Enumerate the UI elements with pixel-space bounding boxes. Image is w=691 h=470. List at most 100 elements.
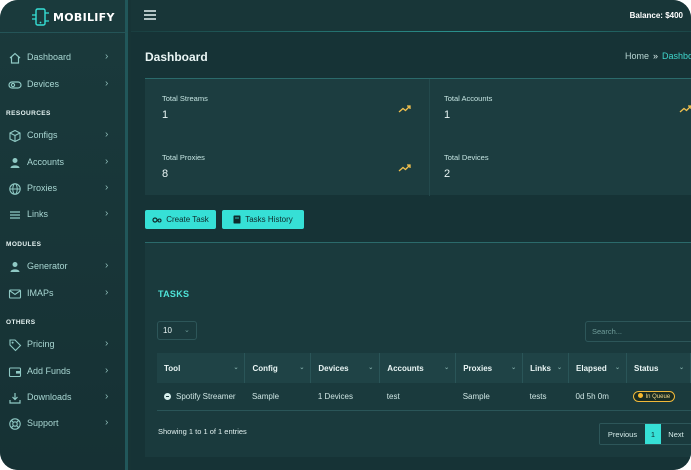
chevron-down-icon: ⌄ <box>184 327 190 334</box>
create-task-label: Create Task <box>166 215 209 224</box>
column-header-links[interactable]: Links ⌄ <box>522 353 570 383</box>
gears-icon <box>152 216 162 223</box>
sidebar-item-label: Links <box>27 209 49 219</box>
column-header-elapsed[interactable]: Elapsed ⌄ <box>568 353 627 383</box>
create-task-button[interactable]: Create Task <box>145 210 216 229</box>
cube-icon <box>9 129 21 143</box>
cell-config: Sample <box>244 383 311 411</box>
chevron-right-icon: › <box>105 338 109 349</box>
cell-status: In Queue <box>626 383 691 411</box>
stat-total-proxies: Total Proxies 8 <box>162 153 412 193</box>
cell-tool: Spotify Streamer <box>157 383 245 411</box>
status-dot-icon <box>638 392 644 398</box>
tasks-card: TASKS 10 ⌄ Tool⌄ Config⌄ Devices⌄ Accoun… <box>145 242 691 457</box>
sidebar-item-proxies[interactable]: Proxies › <box>0 178 125 200</box>
sidebar-item-devices[interactable]: Devices › <box>0 74 125 96</box>
sidebar-item-add-funds[interactable]: Add Funds › <box>0 361 125 383</box>
column-header-status[interactable]: Status ⌄ <box>626 353 691 383</box>
sort-icon: ⌄ <box>444 365 450 371</box>
tasks-history-label: Tasks History <box>245 215 293 224</box>
chevron-right-icon: › <box>105 182 109 193</box>
sort-icon: ⌄ <box>511 365 517 371</box>
chevron-right-icon: › <box>105 156 109 167</box>
sidebar-divider <box>0 32 128 33</box>
phone-logo-icon <box>32 8 49 26</box>
sidebar-item-accounts[interactable]: Accounts › <box>0 152 125 174</box>
stat-total-accounts: Total Accounts 1 <box>444 94 691 134</box>
page-size-value: 10 <box>163 326 172 335</box>
column-header-devices[interactable]: Devices ⌄ <box>310 353 381 383</box>
hamburger-menu-icon[interactable] <box>144 10 156 20</box>
expand-row-icon[interactable] <box>164 392 171 400</box>
sort-icon: ⌄ <box>368 365 374 371</box>
page-1-button[interactable]: 1 <box>645 424 661 444</box>
sidebar-item-imaps[interactable]: IMAPs › <box>0 283 125 305</box>
breadcrumb-separator: » <box>653 51 659 61</box>
chevron-right-icon: › <box>105 365 109 376</box>
entries-summary: Showing 1 to 1 of 1 entries <box>158 427 247 436</box>
trend-up-icon <box>398 105 411 113</box>
stat-value: 1 <box>162 109 169 121</box>
tasks-title: TASKS <box>158 289 190 299</box>
sidebar-item-label: Dashboard <box>27 52 72 62</box>
sidebar-item-label: Accounts <box>27 157 65 167</box>
cell-proxies: Sample <box>455 383 523 411</box>
sidebar-item-dashboard[interactable]: Dashboard › <box>0 47 125 69</box>
sidebar-item-pricing[interactable]: Pricing › <box>0 334 125 356</box>
stats-divider <box>429 79 430 196</box>
toggle-icon <box>8 81 22 89</box>
stat-total-devices: Total Devices 2 <box>444 153 691 193</box>
balance-label: Balance: $400 <box>629 11 683 20</box>
stat-label: Total Streams <box>162 94 208 103</box>
download-icon <box>9 393 21 404</box>
page-size-select[interactable]: 10 ⌄ <box>157 321 197 340</box>
column-header-proxies[interactable]: Proxies ⌄ <box>455 353 524 383</box>
user-icon <box>10 262 20 272</box>
sidebar-item-label: Add Funds <box>27 366 71 376</box>
chevron-right-icon: › <box>105 391 109 402</box>
chevron-right-icon: › <box>105 417 109 428</box>
sidebar-item-configs[interactable]: Configs › <box>0 125 125 147</box>
breadcrumb: Home »Dashboard <box>625 51 691 61</box>
sidebar-item-generator[interactable]: Generator › <box>0 256 125 278</box>
chevron-right-icon: › <box>105 208 109 219</box>
stat-total-streams: Total Streams 1 <box>162 94 412 134</box>
sidebar-item-label: Configs <box>27 130 58 140</box>
sidebar-item-label: Pricing <box>27 339 55 349</box>
search-input[interactable] <box>585 321 691 342</box>
list-icon <box>10 211 20 219</box>
main-content: Dashboard Home »Dashboard Total Streams 1… <box>131 32 691 470</box>
sort-icon: ⌄ <box>557 365 563 371</box>
table-row[interactable]: Spotify Streamer Sample 1 Devices test S… <box>157 383 691 411</box>
chevron-right-icon: › <box>105 78 109 89</box>
chevron-right-icon: › <box>105 260 109 271</box>
mail-icon <box>8 289 22 299</box>
tag-icon <box>9 339 22 352</box>
section-heading-others: OTHERS <box>6 319 36 326</box>
wallet-icon <box>8 367 22 378</box>
next-page-button[interactable]: Next <box>661 424 691 444</box>
trend-up-icon <box>398 164 411 172</box>
app-window: MOBILIFY Dashboard › Devices › RESOURCES… <box>0 0 691 470</box>
tasks-history-button[interactable]: Tasks History <box>222 210 304 229</box>
topbar: Balance: $400 <box>131 0 691 32</box>
chevron-right-icon: › <box>105 129 109 140</box>
stats-panel: Total Streams 1 Total Accounts 1 Total P… <box>145 78 691 196</box>
breadcrumb-home[interactable]: Home <box>625 51 649 61</box>
breadcrumb-current: Dashboard <box>662 51 691 61</box>
column-header-config[interactable]: Config ⌄ <box>244 353 312 383</box>
sidebar-item-downloads[interactable]: Downloads › <box>0 387 125 409</box>
sidebar-item-label: Devices <box>27 79 60 89</box>
stat-value: 2 <box>444 168 451 180</box>
status-badge: In Queue <box>633 390 676 402</box>
stat-value: 1 <box>444 109 451 121</box>
brand-logo[interactable]: MOBILIFY <box>30 7 115 27</box>
sidebar-item-support[interactable]: Support › <box>0 413 125 435</box>
sidebar-item-links[interactable]: Links › <box>0 204 125 226</box>
column-header-accounts[interactable]: Accounts ⌄ <box>379 353 457 383</box>
stat-label: Total Proxies <box>162 153 205 162</box>
column-header-tool[interactable]: Tool ⌄ <box>157 353 246 383</box>
previous-page-button[interactable]: Previous <box>600 424 645 444</box>
cell-accounts: test <box>379 383 456 411</box>
sort-icon: ⌄ <box>299 365 305 371</box>
